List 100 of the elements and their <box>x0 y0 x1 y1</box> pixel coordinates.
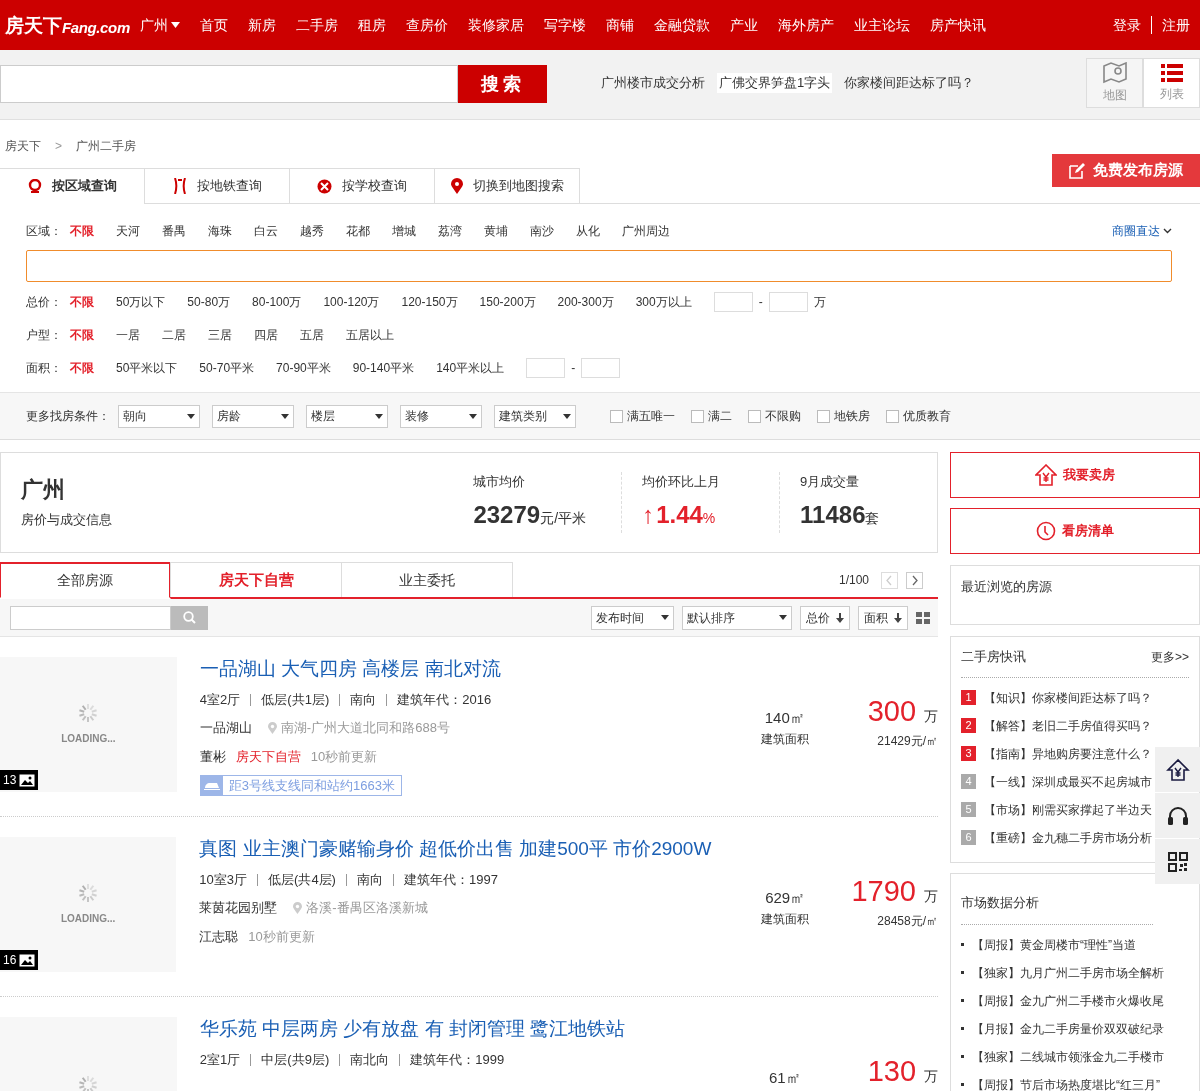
filter-option[interactable]: 天河 <box>116 221 140 240</box>
dropdown[interactable]: 建筑类别 <box>494 404 576 428</box>
filter-option[interactable]: 70-90平米 <box>276 358 331 377</box>
sort-button[interactable]: 总价 <box>800 605 850 630</box>
dropdown[interactable]: 朝向 <box>118 404 200 428</box>
nav-link[interactable]: 二手房 <box>295 14 338 36</box>
search-button[interactable] <box>171 605 208 630</box>
float-tool-button[interactable] <box>1155 793 1200 838</box>
market-link[interactable]: 【周报】黄金周楼市“理性”当道 <box>972 935 1136 954</box>
news-link[interactable]: 【市场】刚需买家撑起了半边天 <box>984 800 1152 819</box>
dropdown[interactable]: 装修 <box>400 404 482 428</box>
nav-link[interactable]: 查房价 <box>405 14 448 36</box>
nav-link[interactable]: 海外房产 <box>777 14 834 36</box>
search-field[interactable] <box>0 65 458 103</box>
range-input[interactable] <box>768 291 808 312</box>
query-tab[interactable]: 切换到地图搜索 <box>434 168 580 204</box>
search-button[interactable]: 搜索 <box>458 65 547 103</box>
community-link[interactable]: 莱茵花园别墅 <box>199 898 278 918</box>
filter-option[interactable]: 五居 <box>300 325 324 344</box>
filter-option[interactable]: 200-300万 <box>557 292 614 311</box>
filter-option[interactable]: 50万以下 <box>116 292 166 311</box>
filter-option[interactable]: 番禺 <box>162 221 186 240</box>
market-link[interactable]: 【月报】金九二手房量价双双破纪录 <box>972 1019 1164 1038</box>
auth-link[interactable]: 登录 <box>1113 14 1141 36</box>
nav-link[interactable]: 租房 <box>357 14 386 36</box>
filter-option[interactable]: 50-70平米 <box>199 358 255 377</box>
list-tab[interactable]: 业主委托 <box>341 562 513 597</box>
nav-link[interactable]: 业主论坛 <box>853 14 910 36</box>
news-link[interactable]: 【解答】老旧二手房值得买吗？ <box>984 716 1152 735</box>
site-logo[interactable]: 房天下Fang.com <box>5 15 130 35</box>
hot-link[interactable]: 你家楼间距达标了吗？ <box>842 73 977 93</box>
sort-dropdown[interactable]: 发布时间 <box>591 605 674 630</box>
market-link[interactable]: 【独家】九月广州二手房市场全解析 <box>972 963 1164 982</box>
list-tab[interactable]: 房天下自营 <box>170 562 342 597</box>
range-input[interactable] <box>526 357 566 378</box>
breadcrumb-link[interactable]: 房天下 <box>5 137 41 155</box>
filter-option[interactable]: 一居 <box>116 325 140 344</box>
auth-link[interactable]: 注册 <box>1162 14 1190 36</box>
nav-link[interactable]: 装修家居 <box>467 14 524 36</box>
filter-option[interactable]: 越秀 <box>300 221 324 240</box>
checkbox[interactable] <box>610 409 623 423</box>
nav-link[interactable]: 房产快讯 <box>929 14 986 36</box>
city-selector[interactable]: 广州 <box>139 14 180 36</box>
filter-option[interactable]: 80-100万 <box>252 292 302 311</box>
filter-option[interactable]: 不限 <box>70 358 94 377</box>
float-tool-button[interactable] <box>1155 839 1200 884</box>
listing-title[interactable]: 华乐苑 中层两房 少有放盘 有 封闭管理 鹭江地铁站 <box>199 1017 711 1041</box>
keyword-field[interactable] <box>10 605 171 630</box>
sort-dropdown[interactable]: 默认排序 <box>682 605 792 630</box>
filter-option[interactable]: 黄埔 <box>484 221 508 240</box>
filter-option[interactable]: 二居 <box>162 325 186 344</box>
filter-option[interactable]: 白云 <box>254 221 278 240</box>
news-link[interactable]: 【指南】异地购房要注意什么？ <box>984 744 1152 763</box>
checkbox[interactable] <box>886 409 899 423</box>
more-link[interactable]: 更多>> <box>1151 647 1189 666</box>
filter-option[interactable]: 50-80万 <box>187 292 231 311</box>
hot-link[interactable]: 广佛交界笋盘1字头 <box>717 73 833 93</box>
query-tab[interactable]: 按地铁查询 <box>144 168 290 204</box>
range-input[interactable] <box>581 357 621 378</box>
checkbox[interactable] <box>748 409 761 423</box>
filter-option[interactable]: 140平米以上 <box>436 358 505 377</box>
filter-option[interactable]: 五居以上 <box>346 325 394 344</box>
district-link[interactable]: 商圈直达 <box>1112 221 1172 240</box>
market-link[interactable]: 【周报】节后市场热度堪比“红三月” <box>972 1075 1160 1091</box>
filter-option[interactable]: 三居 <box>208 325 232 344</box>
range-input[interactable] <box>713 291 753 312</box>
market-link[interactable]: 【独家】二线城市领涨金九二手楼市 <box>972 1047 1164 1066</box>
filter-option[interactable]: 300万以上 <box>635 292 692 311</box>
query-tab[interactable]: 按区域查询 <box>0 168 145 204</box>
publish-button[interactable]: 免费发布房源 <box>1052 154 1200 187</box>
listing-title[interactable]: 一品湖山 大气四房 高楼层 南北对流 <box>199 657 711 681</box>
news-link[interactable]: 【重磅】金九穗二手房市场分析 <box>984 828 1152 847</box>
dropdown[interactable]: 楼层 <box>306 404 388 428</box>
checkbox[interactable] <box>817 409 830 423</box>
filter-option[interactable]: 增城 <box>392 221 416 240</box>
filter-option[interactable]: 从化 <box>576 221 600 240</box>
grid-view-icon[interactable] <box>916 611 930 624</box>
checkbox[interactable] <box>691 409 704 423</box>
filter-option[interactable]: 90-140平米 <box>352 358 415 377</box>
filter-option[interactable]: 150-200万 <box>479 292 536 311</box>
filter-option[interactable]: 广州周边 <box>622 221 670 240</box>
filter-option[interactable]: 不限 <box>70 221 94 240</box>
news-link[interactable]: 【知识】你家楼间距达标了吗？ <box>984 688 1152 707</box>
filter-option[interactable]: 南沙 <box>530 221 554 240</box>
breadcrumb-link[interactable]: 广州二手房 <box>76 137 136 155</box>
side-action-button[interactable]: 看房清单 <box>950 508 1200 554</box>
next-page-button[interactable] <box>906 571 923 589</box>
dropdown[interactable]: 房龄 <box>212 404 294 428</box>
previous-page-button[interactable] <box>881 571 898 589</box>
community-link[interactable]: 一品湖山 <box>199 718 252 738</box>
nav-link[interactable]: 金融贷款 <box>653 14 710 36</box>
filter-option[interactable]: 50平米以下 <box>116 358 178 377</box>
nav-link[interactable]: 新房 <box>247 14 276 36</box>
filter-option[interactable]: 不限 <box>70 292 94 311</box>
market-link[interactable]: 【周报】金九广州二手楼市火爆收尾 <box>972 991 1164 1010</box>
news-link[interactable]: 【一线】深圳成最买不起房城市 <box>984 772 1152 791</box>
list-tab[interactable]: 全部房源 <box>0 562 171 599</box>
nav-link[interactable]: 产业 <box>729 14 758 36</box>
filter-option[interactable]: 120-150万 <box>401 292 458 311</box>
filter-option[interactable]: 海珠 <box>208 221 232 240</box>
